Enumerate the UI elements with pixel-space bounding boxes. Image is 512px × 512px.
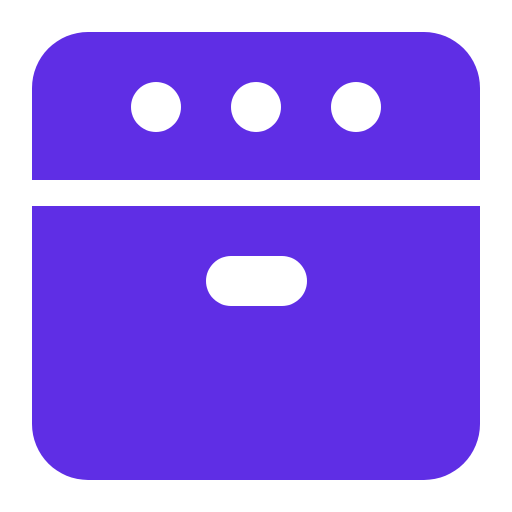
oven-graphic xyxy=(32,32,480,480)
knob-middle-icon xyxy=(231,82,281,132)
oven-door xyxy=(32,206,480,480)
knob-right-icon xyxy=(331,82,381,132)
knob-left-icon xyxy=(131,82,181,132)
icon-canvas xyxy=(0,0,512,512)
oven-handle-icon xyxy=(206,256,307,306)
oven-icon xyxy=(32,32,480,480)
